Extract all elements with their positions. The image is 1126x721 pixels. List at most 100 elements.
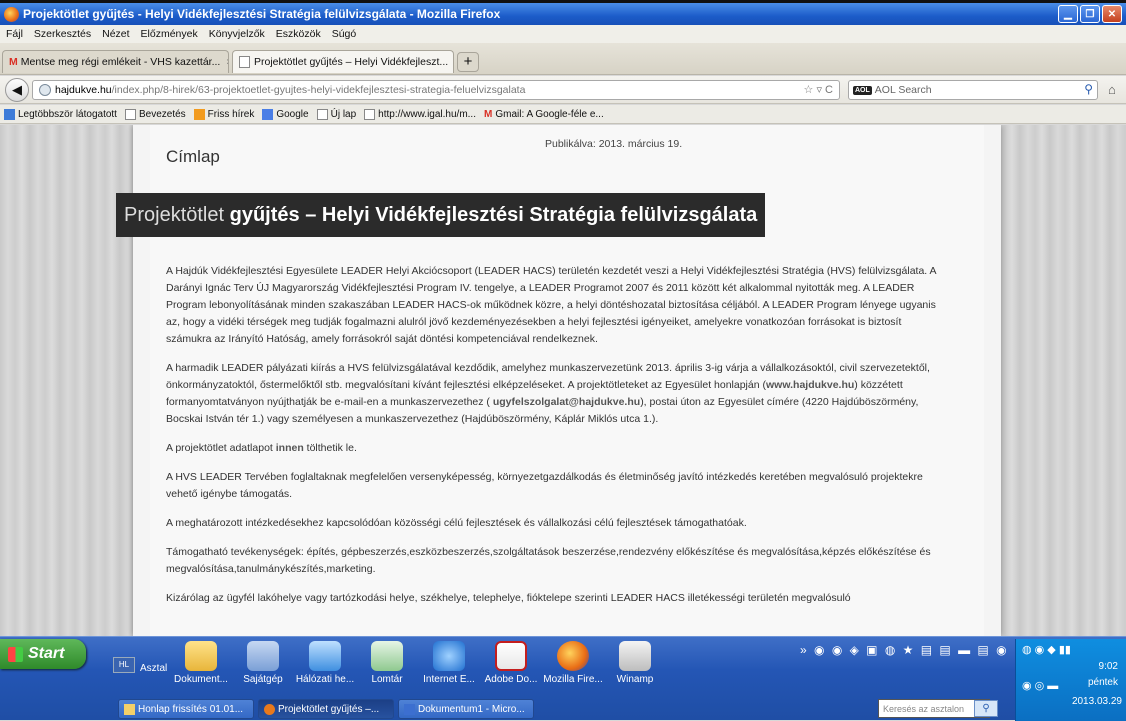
start-button[interactable]: Start — [0, 639, 86, 669]
article-paragraph: Támogatható tevékenységek: építés, gépbe… — [166, 546, 931, 575]
maximize-button[interactable]: ❐ — [1080, 5, 1100, 23]
search-placeholder: AOL Search — [874, 84, 932, 96]
recycle-bin-icon — [371, 641, 403, 671]
page-icon — [124, 108, 136, 120]
search-input[interactable]: AOL AOL Search ⚲ — [848, 80, 1098, 100]
quicklaunch-recycle-bin[interactable]: Lomtár — [356, 641, 418, 685]
url-bar[interactable]: hajdukve.hu/index.php/8-hirek/63-projekt… — [32, 80, 840, 100]
windows-flag-icon — [8, 646, 23, 662]
article-paragraph: A meghatározott intézkedésekhez kapcsoló… — [166, 517, 747, 529]
article-paragraph: A harmadik LEADER pályázati kiírás a HVS… — [166, 362, 930, 425]
download-link[interactable]: innen — [276, 442, 304, 454]
url-bar-icons[interactable]: ☆ ▿ C — [804, 83, 833, 96]
tab-close-icon[interactable]: × — [448, 56, 453, 68]
tab-projektotlet[interactable]: Projektötlet gyűjtés – Helyi Vidékfejles… — [232, 50, 454, 73]
adobe-reader-icon — [495, 641, 527, 671]
back-button[interactable]: ◀ — [5, 78, 29, 102]
article-paragraph: Kizárólag az ügyfél lakóhelye vagy tartó… — [166, 592, 851, 604]
gmail-icon: M — [9, 56, 18, 68]
rss-icon — [193, 108, 205, 120]
tab-label: Projektötlet gyűjtés – Helyi Vidékfejles… — [254, 56, 449, 68]
system-tray: ◍ ◉ ◆ ▮▮ ◉ ◎ ▬ 9:02 péntek 2013.03.29 — [1015, 639, 1126, 721]
navigation-bar: ◀ hajdukve.hu/index.php/8-hirek/63-proje… — [0, 76, 1126, 104]
taskbar: Start HL Asztal Dokument... Sajátgép Hál… — [0, 636, 1126, 721]
bookmark-bevezetes[interactable]: Bevezetés — [124, 108, 186, 120]
quicklaunch-documents[interactable]: Dokument... — [170, 641, 232, 685]
bookmark-friss-hirek[interactable]: Friss hírek — [193, 108, 254, 120]
website-link[interactable]: www.hajdukve.hu — [766, 379, 854, 391]
page-title: Projektötlet gyűjtés – Helyi Vidékfejles… — [116, 193, 766, 237]
menu-bar: Fájl Szerkesztés Nézet Előzmények Könyvj… — [0, 25, 1126, 43]
task-word[interactable]: Dokumentum1 - Micro... — [398, 699, 534, 719]
firefox-icon — [264, 703, 275, 715]
bookmark-uj-lap[interactable]: Új lap — [316, 108, 356, 120]
menu-tools[interactable]: Eszközök — [276, 28, 321, 40]
email-link[interactable]: ugyfelszolgalat@hajdukve.hu — [493, 396, 640, 408]
winamp-icon — [619, 641, 651, 671]
page-icon — [239, 56, 250, 68]
menu-view[interactable]: Nézet — [102, 28, 129, 40]
window-titlebar: Projektötlet gyűjtés - Helyi Vidékfejles… — [0, 3, 1126, 25]
quicklaunch-my-computer[interactable]: Sajátgép — [232, 641, 294, 685]
menu-history[interactable]: Előzmények — [141, 28, 198, 40]
menu-file[interactable]: Fájl — [6, 28, 23, 40]
menu-help[interactable]: Súgó — [332, 28, 357, 40]
tray-icons[interactable]: ◍ ◉ ◆ ▮▮ — [1022, 643, 1071, 656]
folder-icon — [124, 703, 135, 715]
article-paragraph: A Hajdúk Vidékfejlesztési Egyesülete LEA… — [166, 265, 936, 345]
network-icon — [309, 641, 341, 671]
menu-bookmarks[interactable]: Könyvjelzők — [209, 28, 265, 40]
task-honlap[interactable]: Honlap frissítés 01.01... — [118, 699, 254, 719]
bookmark-igal[interactable]: http://www.igal.hu/m... — [364, 108, 476, 120]
quicklaunch-adobe[interactable]: Adobe Do... — [480, 641, 542, 685]
tab-label: Mentse meg régi emlékeit - VHS kazettár.… — [20, 56, 221, 68]
quicklaunch-overflow-icons[interactable]: » ◉ ◉ ◈ ▣ ◍ ★ ▤ ▤ ▬ ▤ ◉ — [800, 643, 1009, 657]
globe-icon — [39, 84, 51, 96]
desktop-search-icon[interactable]: ⚲ — [974, 700, 998, 717]
page-icon — [364, 108, 376, 120]
bookmark-gmail[interactable]: M Gmail: A Google-féle e... — [484, 109, 604, 120]
url-domain: hajdukve.hu — [55, 84, 112, 96]
url-path: /index.php/8-hirek/63-projektoetlet-gyuj… — [111, 84, 526, 96]
aol-icon: AOL — [853, 85, 872, 95]
tab-close-icon[interactable]: × — [220, 56, 228, 68]
minimize-button[interactable]: ▁ — [1058, 5, 1078, 23]
tab-bar: M Mentse meg régi emlékeit - VHS kazettá… — [0, 43, 1126, 75]
bookmark-most-visited[interactable]: Legtöbbször látogatott — [4, 108, 117, 120]
firefox-icon — [557, 641, 589, 671]
folder-icon — [185, 641, 217, 671]
bookmark-icon — [4, 108, 15, 120]
window-title: Projektötlet gyűjtés - Helyi Vidékfejles… — [23, 7, 501, 21]
page-icon — [316, 108, 328, 120]
google-icon — [262, 108, 274, 120]
close-button[interactable]: ✕ — [1102, 5, 1122, 23]
home-icon[interactable]: ⌂ — [1108, 82, 1116, 97]
task-firefox[interactable]: Projektötlet gyűjtés –... — [258, 699, 394, 719]
bookmarks-toolbar: Legtöbbször látogatott Bevezetés Friss h… — [0, 105, 1126, 124]
clock-day: péntek — [1087, 677, 1118, 688]
gmail-icon: M — [484, 108, 493, 120]
firefox-icon — [4, 6, 19, 22]
quicklaunch-winamp[interactable]: Winamp — [604, 641, 666, 685]
quicklaunch-firefox[interactable]: Mozilla Fire... — [542, 641, 604, 685]
internet-explorer-icon — [433, 641, 465, 671]
word-icon — [404, 703, 415, 715]
new-tab-button[interactable]: + — [457, 52, 479, 72]
published-date: Publikálva: 2013. március 19. — [545, 138, 683, 150]
page-viewport[interactable]: Publikálva: 2013. március 19. Címlap Pro… — [0, 125, 1126, 636]
article-paragraph: A HVS LEADER Tervében foglaltaknak megfe… — [166, 471, 923, 500]
bookmark-google[interactable]: Google — [262, 108, 309, 120]
breadcrumb[interactable]: Címlap — [166, 147, 220, 167]
article-paragraph: A projektötlet adatlapot innen tölthetik… — [166, 442, 357, 454]
search-icon[interactable]: ⚲ — [1084, 82, 1093, 96]
quicklaunch-network[interactable]: Hálózati he... — [294, 641, 356, 685]
tray-icons-lower[interactable]: ◉ ◎ ▬ — [1022, 679, 1058, 692]
computer-icon — [247, 641, 279, 671]
clock-time[interactable]: 9:02 — [1099, 661, 1118, 672]
clock-date: 2013.03.29 — [1071, 696, 1122, 707]
language-indicator[interactable]: HL — [113, 657, 135, 673]
tab-vhs[interactable]: M Mentse meg régi emlékeit - VHS kazettá… — [2, 50, 229, 73]
menu-edit[interactable]: Szerkesztés — [34, 28, 91, 40]
desktop-label[interactable]: Asztal — [140, 663, 167, 674]
quicklaunch-internet-explorer[interactable]: Internet E... — [418, 641, 480, 685]
